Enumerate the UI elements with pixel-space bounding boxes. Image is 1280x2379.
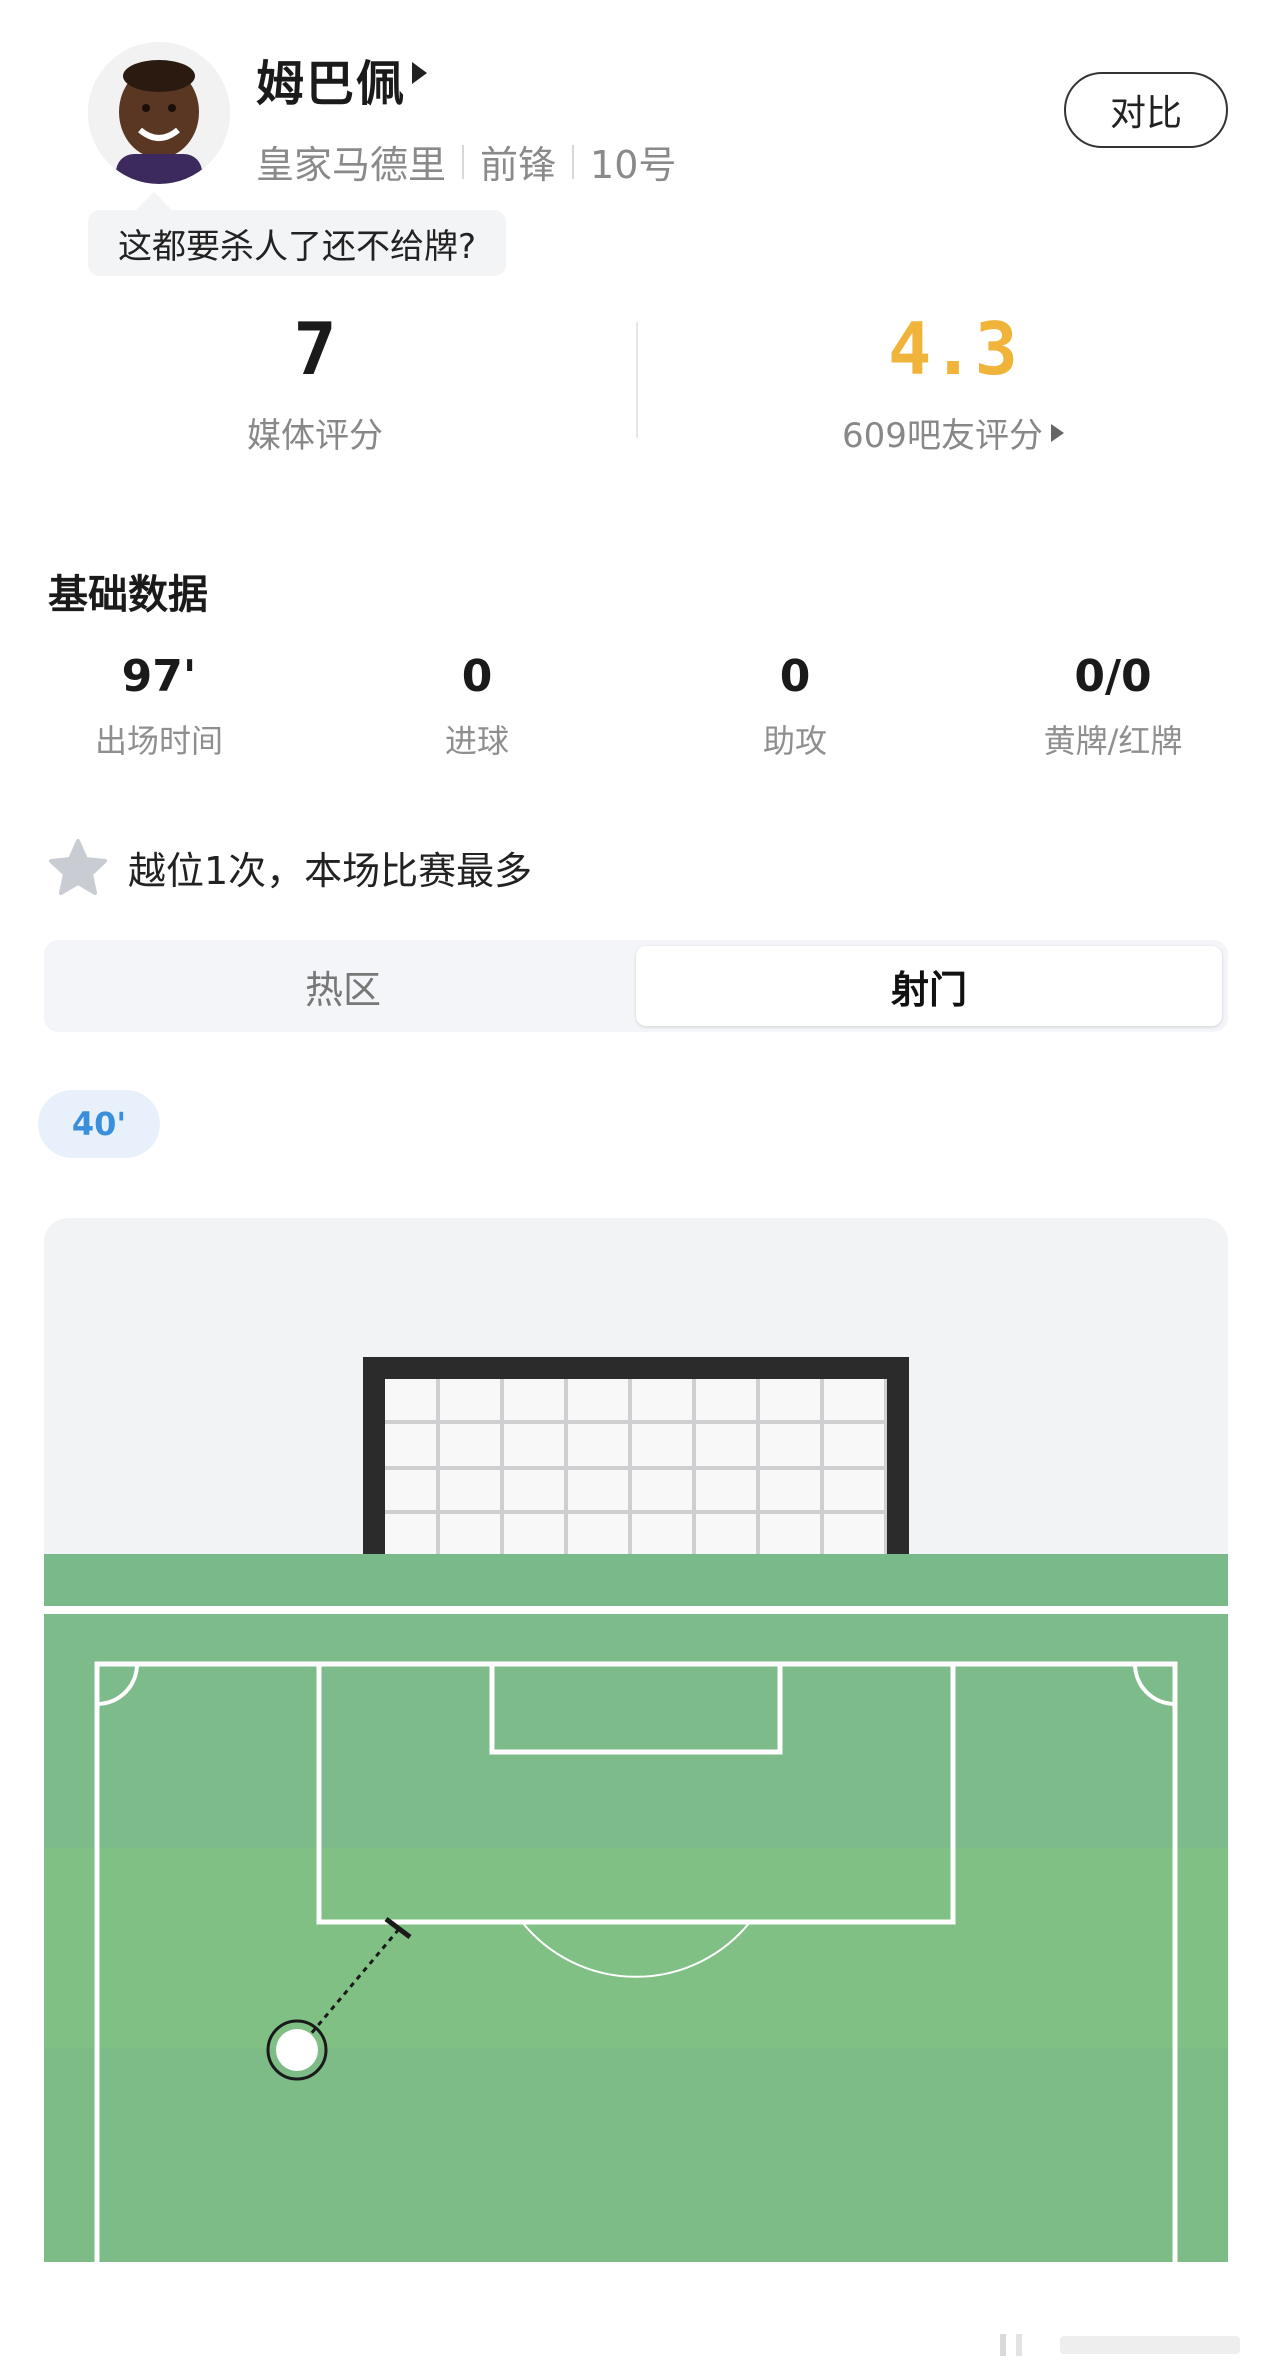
shot-minute-chip[interactable]: 40' [38, 1090, 160, 1158]
team-name: 皇家马德里 [256, 143, 447, 187]
stat-cards: 0/0 黄牌/红牌 [954, 650, 1272, 762]
shot-map-pitch [44, 1218, 1228, 2262]
stat-assists: 0 助攻 [636, 650, 954, 762]
stat-goals: 0 进球 [318, 650, 636, 762]
player-detail-arrow-icon[interactable] [412, 62, 427, 84]
stat-value: 0/0 [1074, 651, 1152, 702]
tab-heatmap[interactable]: 热区 [50, 946, 636, 1026]
stat-value: 0 [461, 651, 493, 702]
stat-label: 黄牌/红牌 [1043, 722, 1183, 760]
stat-value: 97' [121, 651, 197, 702]
media-rating-label: 媒体评分 [247, 416, 383, 456]
meta-divider [572, 144, 575, 179]
basic-stats-row: 97' 出场时间 0 进球 0 助攻 0/0 黄牌/红牌 [0, 650, 1280, 762]
compare-button[interactable]: 对比 [1064, 72, 1228, 148]
basic-stats-title: 基础数据 [48, 572, 208, 618]
shirt-number: 10号 [590, 143, 677, 187]
star-icon [49, 839, 107, 895]
tab-shots[interactable]: 射门 [636, 946, 1222, 1026]
shot-map [44, 1218, 1228, 2262]
media-rating: 7 媒体评分 [120, 306, 510, 457]
fan-comment-bubble[interactable]: 这都要杀人了还不给牌? [88, 192, 507, 276]
stat-label: 进球 [444, 722, 509, 760]
player-position: 前锋 [480, 143, 557, 187]
stat-label: 助攻 [762, 722, 827, 760]
tab-bar: 热区 射门 [44, 940, 1228, 1032]
fan-comment-text: 这都要杀人了还不给牌? [118, 226, 477, 267]
highlight-row: 越位1次，本场比赛最多 [48, 838, 532, 896]
stat-label: 出场时间 [94, 722, 223, 760]
player-avatar[interactable] [88, 42, 230, 184]
stat-minutes: 97' 出场时间 [0, 650, 318, 762]
rating-divider [636, 322, 638, 438]
fan-rating-arrow-icon [1050, 423, 1064, 442]
media-rating-value: 7 [293, 307, 337, 391]
scroll-indicator [1000, 2334, 1240, 2356]
player-meta: 皇家马德里 前锋 10号 [256, 134, 676, 189]
player-name[interactable]: 姆巴佩 [256, 44, 406, 114]
highlight-text: 越位1次，本场比赛最多 [128, 848, 533, 893]
shot-origin [276, 2029, 318, 2071]
fan-rating[interactable]: 4.3 609吧友评分 [758, 306, 1148, 457]
fan-rating-label: 609吧友评分 [842, 416, 1043, 456]
goal [363, 1357, 909, 1554]
meta-divider [462, 144, 465, 179]
fan-rating-value: 4.3 [887, 307, 1019, 391]
stat-value: 0 [779, 651, 811, 702]
player-photo [88, 42, 230, 184]
